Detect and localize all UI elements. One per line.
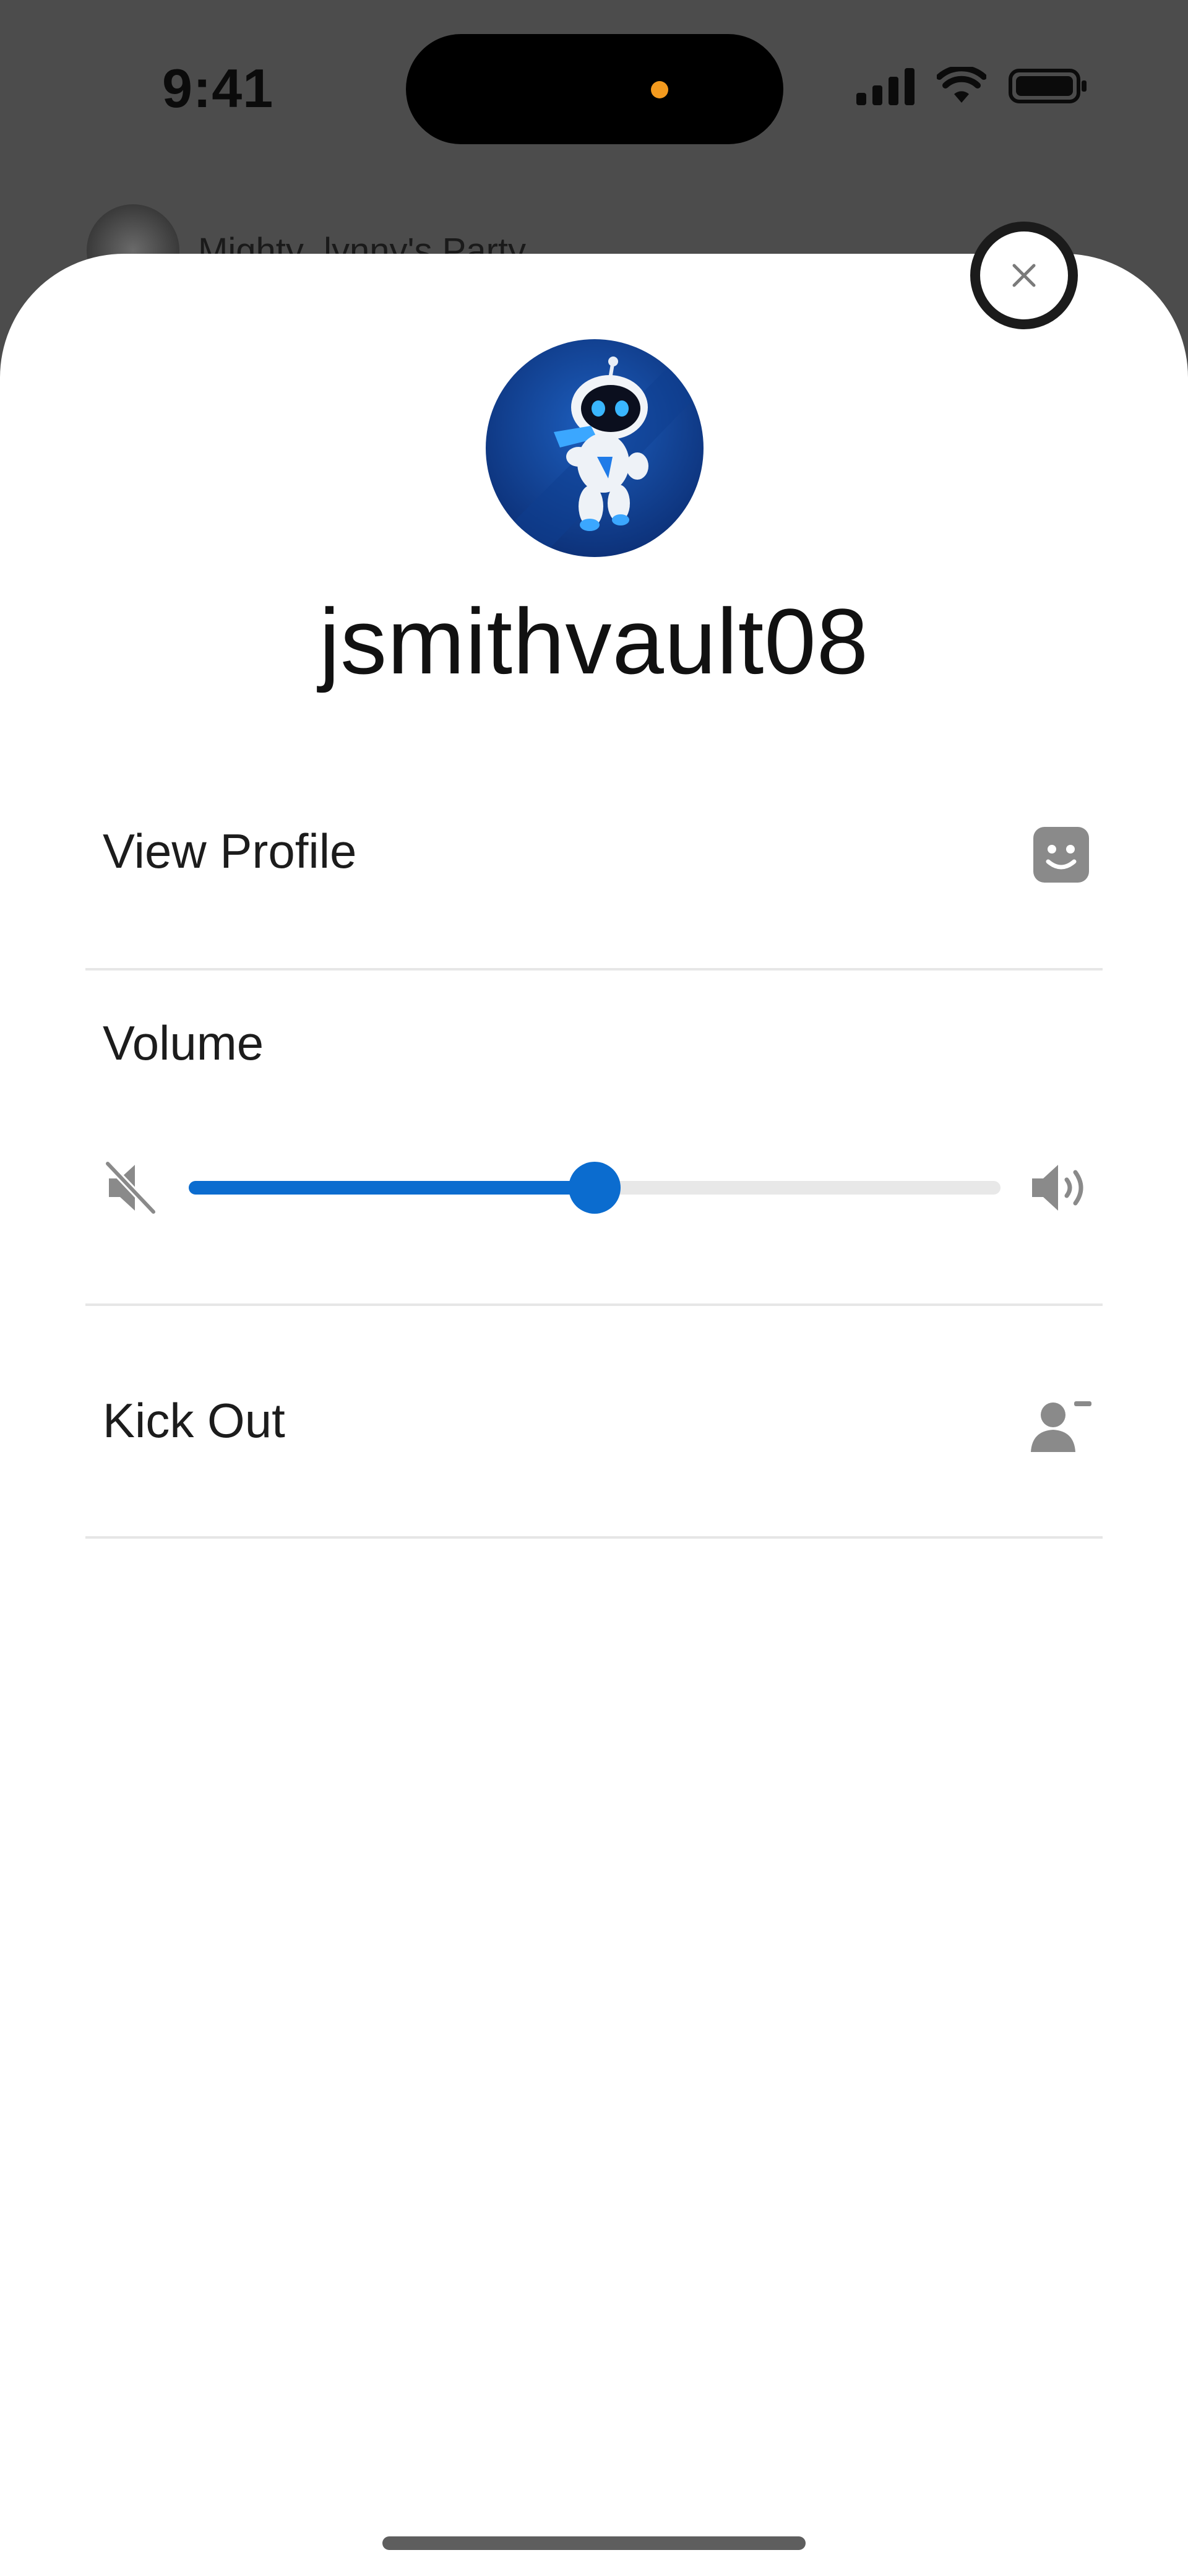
username: jsmithvault08 (319, 589, 869, 693)
cellular-signal-icon (856, 67, 915, 105)
wifi-icon (937, 67, 986, 103)
speaker-muted-icon (104, 1160, 157, 1216)
status-time: 9:41 (162, 58, 274, 119)
home-indicator[interactable] (382, 2536, 806, 2550)
camera-indicator-dot (651, 81, 668, 98)
volume-slider-fill (189, 1181, 595, 1195)
battery-icon (1009, 69, 1087, 103)
divider (85, 1303, 1103, 1306)
close-button[interactable] (970, 222, 1078, 329)
close-icon (1012, 264, 1036, 287)
kick-out-button[interactable] (1028, 1396, 1093, 1456)
face-icon (1033, 827, 1089, 883)
status-icons (856, 67, 1089, 105)
mute-button[interactable] (104, 1160, 157, 1219)
volume-slider-thumb[interactable] (569, 1162, 621, 1214)
kick-out-label[interactable]: Kick Out (103, 1393, 285, 1449)
volume-slider[interactable] (189, 1162, 1001, 1214)
speaker-loud-icon (1032, 1165, 1083, 1211)
divider (85, 1536, 1103, 1539)
volume-label: Volume (103, 1016, 264, 1070)
dynamic-island (406, 34, 783, 144)
view-profile-label[interactable]: View Profile (103, 823, 356, 880)
max-volume-button[interactable] (1030, 1160, 1094, 1219)
divider (85, 968, 1103, 970)
robot-avatar-image (486, 339, 704, 557)
user-avatar (486, 339, 704, 557)
view-profile-button[interactable] (1033, 827, 1089, 886)
person-remove-icon (1031, 1401, 1091, 1452)
